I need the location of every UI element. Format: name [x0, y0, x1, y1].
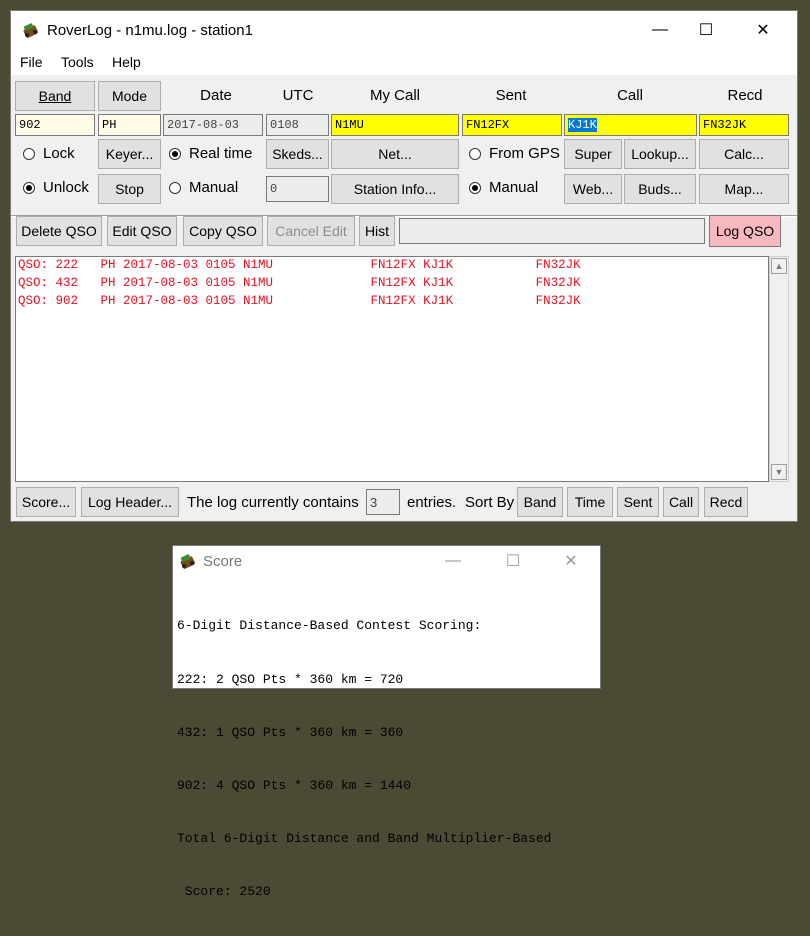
manual-time-field[interactable]: 0 [266, 176, 329, 202]
minimize-icon[interactable]: — [423, 546, 483, 576]
real-time-radio-dot [169, 147, 181, 160]
mode-field[interactable]: PH [98, 114, 161, 136]
menu-tools[interactable]: Tools [61, 54, 94, 70]
web-button[interactable]: Web... [564, 174, 622, 204]
edit-qso-button[interactable]: Edit QSO [107, 216, 177, 246]
roverlog-app-icon [180, 554, 195, 569]
recd-header: Recd [727, 87, 763, 104]
skeds-button[interactable]: Skeds... [266, 139, 329, 169]
real-time-radio[interactable]: Real time [169, 145, 252, 162]
log-count-text: The log currently contains [187, 494, 359, 511]
from-gps-radio[interactable]: From GPS [469, 145, 560, 162]
stop-button[interactable]: Stop [98, 174, 161, 204]
lookup-button[interactable]: Lookup... [624, 139, 696, 169]
close-icon[interactable]: ✕ [729, 11, 797, 49]
map-button[interactable]: Map... [699, 174, 789, 204]
menu-file[interactable]: File [20, 54, 43, 70]
sent-header: Sent [495, 87, 527, 104]
title-bar[interactable]: RoverLog - n1mu.log - station1 — ☐ ✕ [11, 11, 797, 49]
unlock-radio[interactable]: Unlock [23, 179, 89, 196]
window-title: RoverLog - n1mu.log - station1 [47, 22, 253, 39]
buds-button[interactable]: Buds... [624, 174, 696, 204]
manual-time-radio-label: Manual [189, 179, 239, 196]
log-entry[interactable]: QSO: 902 PH 2017-08-03 0105 N1MU FN12FX … [18, 294, 581, 308]
sent-field[interactable]: FN12FX [462, 114, 562, 136]
entries-label: entries. [407, 494, 457, 511]
calc-button[interactable]: Calc... [699, 139, 789, 169]
score-window-title: Score [203, 553, 243, 570]
from-gps-radio-label: From GPS [489, 145, 560, 162]
log-header-button[interactable]: Log Header... [81, 487, 179, 517]
sort-call-button[interactable]: Call [663, 487, 699, 517]
roverlog-app-icon [23, 23, 38, 38]
my-call-header: My Call [369, 87, 420, 104]
hist-button[interactable]: Hist [359, 216, 395, 246]
score-line: Score: 2520 [177, 883, 271, 899]
maximize-icon[interactable]: ☐ [683, 11, 729, 49]
sort-recd-button[interactable]: Recd [704, 487, 748, 517]
date-header: Date [200, 87, 232, 104]
recd-field[interactable]: FN32JK [699, 114, 789, 136]
cancel-edit-button[interactable]: Cancel Edit [267, 216, 355, 246]
close-icon[interactable]: ✕ [541, 546, 601, 576]
manual-grid-radio-label: Manual [489, 179, 539, 196]
sort-band-button[interactable]: Band [517, 487, 563, 517]
unlock-radio-label: Unlock [43, 179, 89, 196]
manual-grid-radio-dot [469, 181, 481, 194]
unlock-radio-dot [23, 181, 35, 194]
copy-qso-button[interactable]: Copy QSO [183, 216, 263, 246]
qso-log-list[interactable]: QSO: 222 PH 2017-08-03 0105 N1MU FN12FX … [15, 256, 769, 482]
station-info-button[interactable]: Station Info... [331, 174, 459, 204]
band-button-label: Band [38, 88, 72, 104]
sort-time-button[interactable]: Time [567, 487, 613, 517]
from-gps-radio-dot [469, 147, 481, 160]
utc-header: UTC [282, 87, 314, 104]
date-field[interactable]: 2017-08-03 [163, 114, 263, 136]
call-field-selection: KJ1K [568, 118, 597, 132]
menu-help[interactable]: Help [112, 54, 141, 70]
maximize-icon[interactable]: ☐ [483, 546, 543, 576]
menu-bar: File Tools Help [11, 49, 797, 75]
lock-radio[interactable]: Lock [23, 145, 75, 162]
minimize-icon[interactable]: — [637, 11, 683, 49]
score-title-bar[interactable]: Score — ☐ ✕ [173, 546, 600, 576]
keyer-button[interactable]: Keyer... [98, 139, 161, 169]
log-qso-button[interactable]: Log QSO [709, 215, 781, 247]
score-line: Total 6-Digit Distance and Band Multipli… [177, 830, 552, 846]
score-button[interactable]: Score... [16, 487, 76, 517]
manual-time-radio[interactable]: Manual [169, 179, 238, 196]
utc-field[interactable]: 0108 [266, 114, 329, 136]
scroll-down-icon[interactable]: ▼ [771, 464, 787, 480]
score-line: 6-Digit Distance-Based Contest Scoring: [177, 618, 482, 634]
super-button[interactable]: Super [564, 139, 622, 169]
delete-qso-button[interactable]: Delete QSO [16, 216, 102, 246]
scroll-up-icon[interactable]: ▲ [771, 258, 787, 274]
log-scrollbar[interactable]: ▲ ▼ [769, 256, 789, 482]
band-button[interactable]: Band [15, 81, 95, 111]
sort-sent-button[interactable]: Sent [617, 487, 659, 517]
lock-radio-dot [23, 147, 35, 160]
entry-count-field: 3 [366, 489, 400, 515]
hist-input[interactable] [399, 218, 705, 244]
score-window: Score — ☐ ✕ 6-Digit Distance-Based Conte… [172, 545, 601, 899]
score-line: 902: 4 QSO Pts * 360 km = 1440 [177, 777, 412, 793]
score-line: 222: 2 QSO Pts * 360 km = 720 [177, 671, 404, 687]
lock-radio-label: Lock [43, 145, 75, 162]
manual-time-radio-dot [169, 181, 181, 194]
sort-by-label: Sort By [465, 494, 515, 511]
band-field[interactable]: 902 [15, 114, 95, 136]
log-entry[interactable]: QSO: 222 PH 2017-08-03 0105 N1MU FN12FX … [18, 258, 581, 272]
net-button[interactable]: Net... [331, 139, 459, 169]
real-time-radio-label: Real time [189, 145, 253, 162]
manual-grid-radio[interactable]: Manual [469, 179, 538, 196]
score-line: 432: 1 QSO Pts * 360 km = 360 [177, 724, 404, 740]
roverlog-main-window: RoverLog - n1mu.log - station1 — ☐ ✕ Fil… [10, 10, 798, 522]
call-field[interactable]: KJ1K [564, 114, 697, 136]
mode-button[interactable]: Mode [98, 81, 161, 111]
score-report: 6-Digit Distance-Based Contest Scoring: … [177, 582, 551, 936]
call-header: Call [617, 87, 643, 104]
my-call-field[interactable]: N1MU [331, 114, 459, 136]
log-entry[interactable]: QSO: 432 PH 2017-08-03 0105 N1MU FN12FX … [18, 276, 581, 290]
